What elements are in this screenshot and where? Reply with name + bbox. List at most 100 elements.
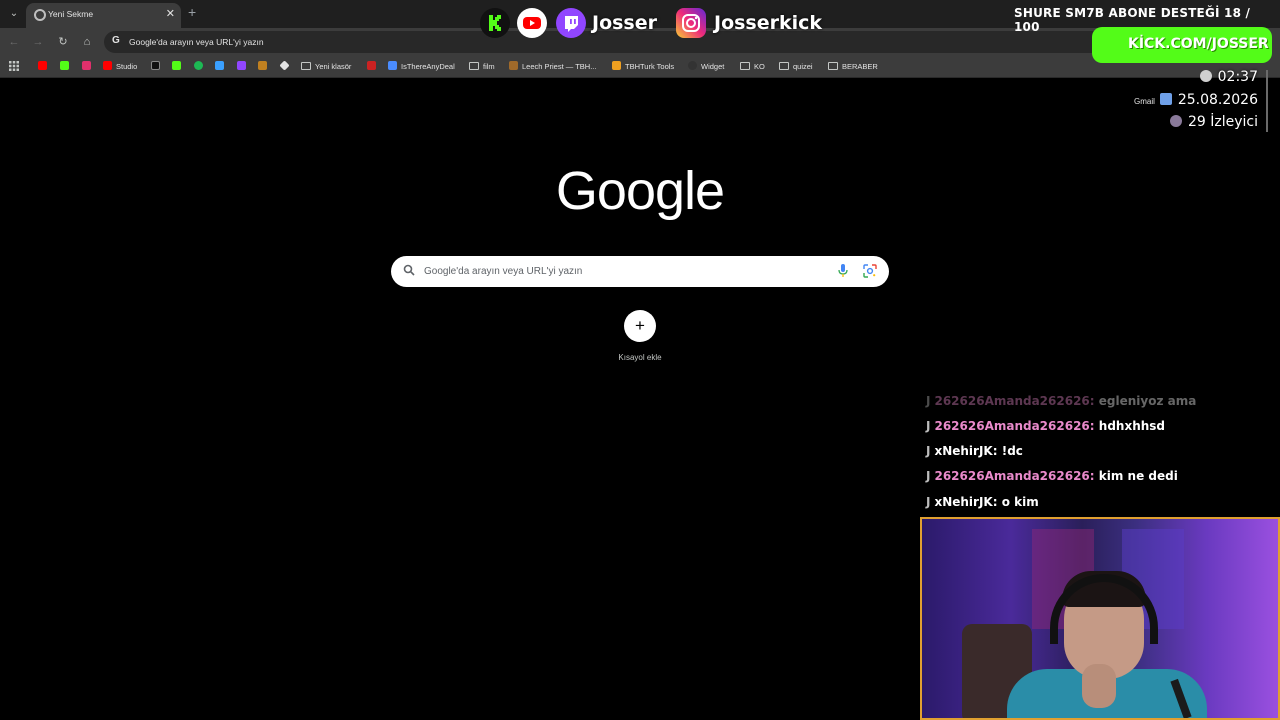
chat-text: o kim (1001, 495, 1039, 509)
bookmark-folder-yeni-klasor[interactable]: Yeni klasör (301, 61, 351, 73)
bookmark-kick[interactable] (60, 61, 73, 73)
tbh-icon (612, 61, 621, 70)
home-icon[interactable]: ⌂ (79, 34, 95, 50)
twitch-icon (237, 61, 246, 70)
stream-time: 02:37 (1199, 69, 1258, 85)
kick-badge-icon: J (926, 419, 931, 433)
kick-icon (172, 61, 181, 70)
bookmark-label: Studio (116, 62, 138, 71)
chrome-favicon-icon (34, 9, 46, 21)
stream-date: 25.08.2026 (1159, 92, 1258, 108)
bookmark-leech-priest[interactable]: Leech Priest — TBH... (509, 61, 596, 73)
kick-badge-icon: J (926, 495, 931, 509)
bookmark-folder-film[interactable]: film (469, 61, 495, 73)
bookmark-label: Yeni klasör (315, 62, 352, 71)
forward-icon[interactable]: → (30, 34, 46, 50)
chat-message: JxNehirJK: !dc (926, 444, 1023, 458)
gmail-link[interactable]: Gmail (1134, 97, 1155, 106)
stream-date-value: 25.08.2026 (1177, 92, 1258, 108)
reload-icon[interactable]: ↻ (55, 34, 71, 50)
bookmark-tiktok[interactable] (151, 61, 164, 73)
bookmark-red[interactable] (367, 61, 380, 73)
bookmark-instagram[interactable] (82, 61, 95, 73)
bookmark-tool[interactable] (215, 61, 228, 73)
kick-badge-icon: J (926, 444, 931, 458)
bookmark-label: film (483, 62, 495, 71)
search-box[interactable]: Google'da arayın veya URL'yi yazın (391, 256, 889, 287)
youtube-icon (517, 8, 547, 38)
bookmark-diamond[interactable] (279, 60, 293, 73)
chat-message: JxNehirJK: o kim (926, 495, 1039, 509)
webcam-feed (920, 517, 1280, 720)
viewer-icon (1169, 115, 1182, 127)
search-placeholder: Google'da arayın veya URL'yi yazın (424, 266, 583, 277)
chat-username: xNehirJK (934, 495, 993, 509)
chat-username: xNehirJK (934, 444, 993, 458)
clock-icon (1199, 70, 1212, 82)
bookmark-label: BERABER (842, 62, 878, 71)
spotify-icon (194, 61, 203, 70)
bookmark-label: KO (754, 62, 765, 71)
chat-username: 262626Amanda262626 (934, 419, 1090, 433)
folder-icon (779, 62, 789, 70)
bookmark-isthereanydeal[interactable]: IsThereAnyDeal (388, 61, 455, 73)
address-bar[interactable]: G Google'da arayın veya URL'yi yazın (104, 31, 1104, 53)
bookmark-studio[interactable]: Studio (103, 61, 137, 73)
google-logo: Google (555, 161, 725, 221)
kick-badge-icon: J (926, 394, 931, 408)
viewer-count-value: 29 İzleyici (1187, 114, 1258, 130)
tiktok-icon (151, 61, 160, 70)
folder-icon (828, 62, 838, 70)
kick-badge-icon: J (926, 469, 931, 483)
twitch-icon (556, 8, 586, 38)
kick-channel-url: KİCK.COM/JOSSER (1128, 36, 1269, 52)
add-shortcut-label: Kısayol ekle (618, 353, 662, 362)
tab-close-icon[interactable]: ✕ (166, 7, 175, 20)
bookmark-label: Leech Priest — TBH... (522, 62, 597, 71)
youtube-studio-icon (103, 61, 112, 70)
add-shortcut-button[interactable]: + (624, 310, 656, 342)
bookmark-folder-beraber[interactable]: BERABER (828, 61, 878, 73)
bookmark-twitch[interactable] (237, 61, 250, 73)
tab-search-icon[interactable]: ⌄ (6, 6, 22, 22)
back-icon[interactable]: ← (6, 34, 22, 50)
bookmark-widget[interactable]: Widget (688, 61, 724, 73)
kick-icon (60, 61, 69, 70)
streamer-hand (1082, 664, 1116, 708)
diamond-icon (279, 60, 290, 71)
bookmark-label: Widget (701, 62, 725, 71)
viewer-count: 29 İzleyici (1169, 114, 1258, 130)
bookmark-spotify[interactable] (194, 61, 207, 73)
bookmark-tbhturk-tools[interactable]: TBHTurk Tools (612, 61, 674, 73)
red-logo-icon (367, 61, 376, 70)
instagram-icon (82, 61, 91, 70)
chat-text: egleniyoz ama (1098, 394, 1197, 408)
folder-icon (301, 62, 311, 70)
chat-text: kim ne dedi (1098, 469, 1178, 483)
instagram-icon (676, 8, 706, 38)
tab-new-tab[interactable]: Yeni Sekme ✕ (26, 3, 181, 28)
microphone-icon[interactable] (837, 264, 849, 278)
bookmark-label: IsThereAnyDeal (401, 62, 455, 71)
chat-username: 262626Amanda262626 (934, 469, 1090, 483)
chat-message: J 262626Amanda262626: egleniyoz ama (926, 394, 1197, 408)
instagram-username: Josserkick (714, 12, 823, 34)
bookmark-kick-2[interactable] (172, 61, 185, 73)
youtube-icon (38, 61, 47, 70)
chat-message: J 262626Amanda262626: hdhxhhsd (926, 419, 1166, 433)
twitch-username: Josser (592, 12, 657, 34)
calendar-icon (1159, 93, 1172, 105)
scrollbar-indicator (1266, 70, 1268, 132)
bookmark-youtube[interactable] (38, 61, 51, 73)
bookmark-game[interactable] (258, 61, 271, 73)
chat-message: J 262626Amanda262626: kim ne dedi (926, 469, 1178, 483)
folder-icon (469, 62, 479, 70)
tool-icon (215, 61, 224, 70)
new-tab-button[interactable]: + (188, 4, 196, 20)
google-lens-icon[interactable] (863, 264, 877, 278)
bookmark-folder-quizei[interactable]: quizei (779, 61, 813, 73)
search-icon (403, 264, 415, 276)
bookmark-folder-ko[interactable]: KO (740, 61, 765, 73)
widget-icon (688, 61, 697, 70)
apps-grid-icon[interactable] (9, 61, 19, 73)
